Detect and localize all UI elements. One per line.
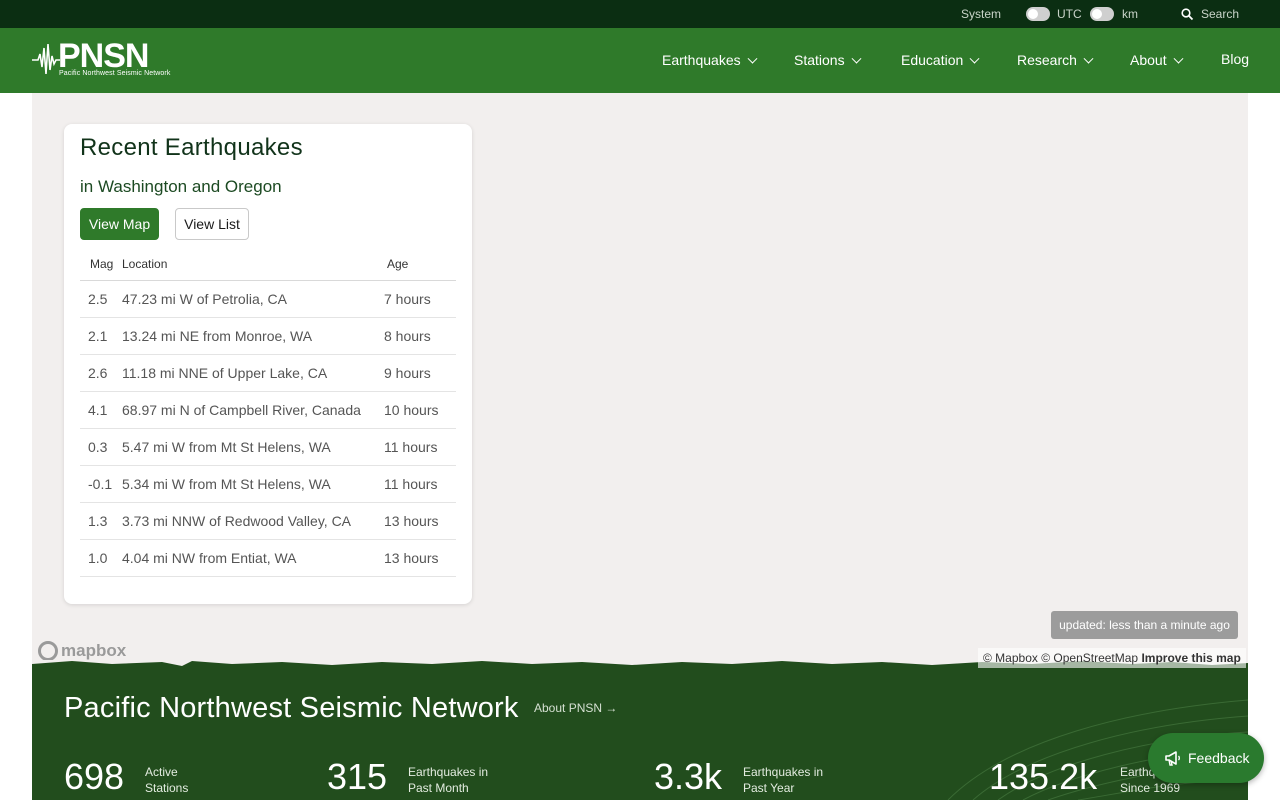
utc-label: UTC — [1057, 7, 1082, 21]
nav-stations[interactable]: Stations — [794, 28, 862, 93]
about-pnsn-link[interactable]: About PNSN → — [534, 701, 617, 715]
network-title: Pacific Northwest Seismic Network — [64, 692, 519, 724]
nav-education[interactable]: Education — [901, 28, 980, 93]
cell-age: 13 hours — [384, 502, 456, 540]
megaphone-icon — [1165, 751, 1181, 766]
mapbox-logo-icon — [38, 641, 58, 661]
km-toggle[interactable] — [1090, 7, 1114, 21]
cell-mag: -0.1 — [80, 465, 122, 503]
chevron-down-icon — [1173, 53, 1184, 64]
recent-earthquakes-table: Mag Location Age 2.5 47.23 mi W of Petrol… — [80, 248, 456, 577]
table-row[interactable]: 1.3 3.73 mi NNW of Redwood Valley, CA 13 h… — [80, 502, 456, 540]
cell-mag: 1.0 — [80, 539, 122, 577]
cell-mag: 2.1 — [80, 317, 122, 355]
view-list-button[interactable]: View List — [175, 208, 249, 240]
cell-age: 13 hours — [384, 539, 456, 577]
stat-label: Earthquakes in Past Year — [743, 765, 824, 795]
search-label: Search — [1201, 7, 1240, 21]
search-button[interactable]: Search — [1181, 0, 1241, 28]
utility-bar: System UTC km Search — [0, 0, 1280, 28]
cell-mag: 2.6 — [80, 354, 122, 392]
recent-earthquakes-card: Recent Earthquakes in Washington and Ore… — [64, 124, 472, 604]
main-navbar: PNSN Pacific Northwest Seismic Network E… — [0, 28, 1280, 93]
cell-mag: 0.3 — [80, 428, 122, 466]
column-header-age[interactable]: Age — [384, 248, 456, 281]
stat-label: Active Stations — [145, 765, 189, 795]
chevron-down-icon — [1083, 53, 1094, 64]
cell-age: 10 hours — [384, 391, 456, 429]
card-title: Recent Earthquakes — [80, 134, 303, 161]
seismograph-icon — [32, 43, 60, 75]
cell-age: 7 hours — [384, 280, 456, 318]
logo-subtext: Pacific Northwest Seismic Network — [59, 70, 171, 77]
mapbox-attribution-link[interactable]: © Mapbox — [983, 651, 1038, 665]
cell-location: 11.18 mi NNE of Upper Lake, CA — [122, 354, 384, 392]
cell-age: 11 hours — [384, 428, 456, 466]
feedback-button[interactable]: Feedback — [1148, 733, 1264, 783]
cell-location: 5.47 mi W from Mt St Helens, WA — [122, 428, 384, 466]
feedback-label: Feedback — [1188, 750, 1250, 766]
nav-about-label: About — [1130, 52, 1167, 68]
nav-research[interactable]: Research — [1017, 28, 1094, 93]
cell-location: 5.34 mi W from Mt St Helens, WA — [122, 465, 384, 503]
utc-toggle[interactable] — [1026, 7, 1050, 21]
nav-stations-label: Stations — [794, 52, 845, 68]
cell-location: 3.73 mi NNW of Redwood Valley, CA — [122, 502, 384, 540]
table-row[interactable]: 1.0 4.04 mi NW from Entiat, WA 13 hours — [80, 539, 456, 577]
cell-mag: 2.5 — [80, 280, 122, 318]
table-row[interactable]: 2.6 11.18 mi NNE of Upper Lake, CA 9 hours — [80, 354, 456, 392]
cell-location: 13.24 mi NE from Monroe, WA — [122, 317, 384, 355]
stat-label: Earthquakes in Past Month — [408, 765, 489, 795]
nav-about[interactable]: About — [1130, 28, 1184, 93]
table-row[interactable]: 0.3 5.47 mi W from Mt St Helens, WA 11 hou… — [80, 428, 456, 466]
theme-selector[interactable]: System — [961, 0, 1001, 28]
table-row[interactable]: 4.1 68.97 mi N of Campbell River, Canada 1… — [80, 391, 456, 429]
km-label: km — [1122, 7, 1138, 21]
table-row[interactable]: -0.1 5.34 mi W from Mt St Helens, WA 11 ho… — [80, 465, 456, 503]
osm-attribution-link[interactable]: © OpenStreetMap — [1041, 651, 1138, 665]
table-row[interactable]: 2.1 13.24 mi NE from Monroe, WA 8 hours — [80, 317, 456, 355]
cell-age: 8 hours — [384, 317, 456, 355]
nav-earthquakes[interactable]: Earthquakes — [662, 28, 758, 93]
cell-location: 47.23 mi W of Petrolia, CA — [122, 280, 384, 318]
column-header-mag[interactable]: Mag — [80, 248, 122, 281]
pnsn-logo[interactable]: PNSN Pacific Northwest Seismic Network — [32, 37, 170, 82]
chevron-down-icon — [851, 53, 862, 64]
stat-value: 315 — [327, 756, 388, 797]
mapbox-logo[interactable]: mapbox — [38, 640, 126, 662]
logo-text: PNSN — [58, 37, 149, 75]
view-map-button[interactable]: View Map — [80, 208, 159, 240]
search-icon — [1181, 8, 1194, 21]
cell-location: 68.97 mi N of Campbell River, Canada — [122, 391, 384, 429]
nav-blog[interactable]: Blog — [1221, 28, 1249, 93]
stat-value: 3.3k — [654, 756, 723, 797]
chevron-down-icon — [747, 53, 758, 64]
card-subtitle: in Washington and Oregon — [80, 177, 282, 196]
table-row[interactable]: 2.5 47.23 mi W of Petrolia, CA 7 hours — [80, 280, 456, 318]
nav-earthquakes-label: Earthquakes — [662, 52, 741, 68]
cell-mag: 1.3 — [80, 502, 122, 540]
stat-value: 698 — [64, 756, 125, 797]
cell-location: 4.04 mi NW from Entiat, WA — [122, 539, 384, 577]
cell-mag: 4.1 — [80, 391, 122, 429]
mapbox-logo-text: mapbox — [61, 641, 127, 660]
column-header-location[interactable]: Location — [122, 248, 384, 281]
table-header-row: Mag Location Age — [80, 248, 456, 281]
chevron-down-icon — [969, 53, 980, 64]
updated-status: updated: less than a minute ago — [1051, 611, 1238, 639]
pnsn-summary-band: Pacific Northwest Seismic Network About … — [32, 660, 1248, 800]
cell-age: 9 hours — [384, 354, 456, 392]
cell-age: 11 hours — [384, 465, 456, 503]
improve-map-link[interactable]: Improve this map — [1141, 651, 1240, 665]
stat-value: 135.2k — [989, 756, 1098, 797]
nav-research-label: Research — [1017, 52, 1077, 68]
map-attribution: © Mapbox © OpenStreetMap Improve this ma… — [978, 648, 1246, 668]
nav-education-label: Education — [901, 52, 964, 68]
